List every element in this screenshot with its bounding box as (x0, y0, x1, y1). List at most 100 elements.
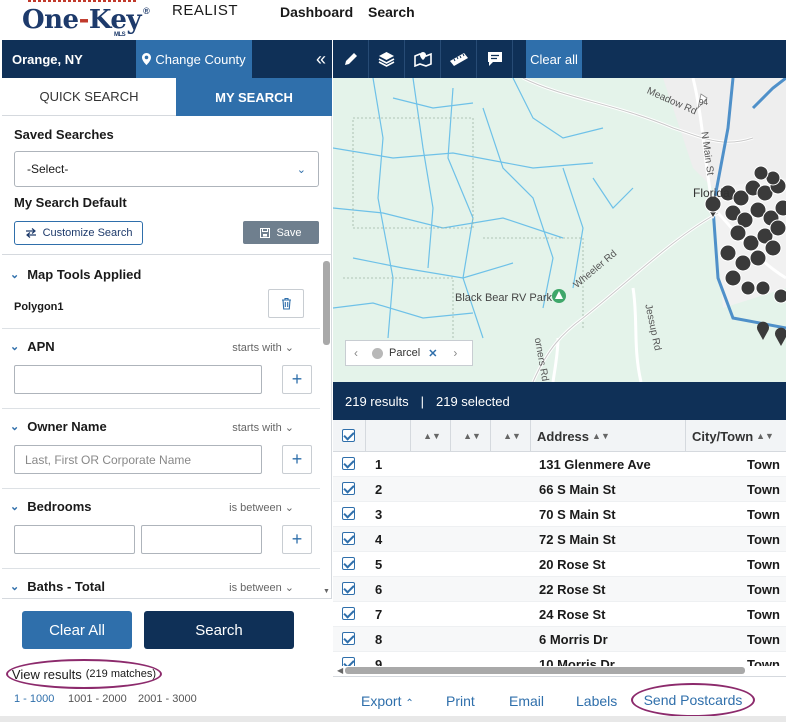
scrollbar-thumb[interactable] (323, 261, 330, 345)
email-button[interactable]: Email (509, 693, 544, 709)
parcel-dot-icon (372, 347, 383, 359)
page-range-2[interactable]: 1001 - 2000 (68, 693, 127, 705)
section-map-tools: ⌄ Map Tools Applied Polygon1 (2, 255, 320, 329)
search-button[interactable]: Search (144, 611, 294, 649)
saved-searches-select[interactable]: -Select- ⌄ (14, 151, 319, 187)
chevron-down-icon: ⌄ (296, 163, 306, 176)
table-row[interactable]: 9 10 Morris Dr Town (333, 652, 786, 666)
apn-title: APN (27, 339, 55, 354)
table-row[interactable]: 1 131 Glenmere Ave Town (333, 452, 786, 477)
collapse-panel-icon[interactable]: « (316, 49, 326, 70)
clear-all-map-button[interactable]: Clear all (526, 40, 582, 78)
row-checkbox[interactable] (342, 657, 355, 666)
draw-tool-button[interactable] (333, 40, 369, 78)
polygon-name: Polygon1 (14, 301, 64, 313)
logo-one: One (22, 5, 79, 35)
table-row[interactable]: 8 6 Morris Dr Town (333, 627, 786, 652)
bedrooms-operator[interactable]: is between ⌄ (229, 501, 294, 514)
onekey-logo[interactable]: One - Key ® MLS (22, 0, 150, 38)
table-row[interactable]: 7 24 Rose St Town (333, 602, 786, 627)
clear-all-button[interactable]: Clear All (22, 611, 132, 649)
row-checkbox[interactable] (342, 482, 355, 495)
scroll-left-icon[interactable]: ◀ (337, 666, 343, 675)
row-checkbox[interactable] (342, 632, 355, 645)
baths-header[interactable]: ⌄ Baths - Total (10, 579, 105, 594)
row-number: 2 (375, 482, 383, 497)
bedrooms-add-button[interactable]: + (282, 525, 312, 554)
table-row[interactable]: 6 22 Rose St Town (333, 577, 786, 602)
customize-search-button[interactable]: Customize Search (14, 221, 143, 245)
apn-input[interactable] (14, 365, 262, 394)
row-address: 131 Glenmere Ave (539, 457, 651, 472)
city-town-column-header[interactable]: City/Town ▲▼ (686, 420, 786, 452)
print-button[interactable]: Print (446, 693, 475, 709)
nav-dashboard[interactable]: Dashboard (280, 4, 353, 20)
close-icon[interactable]: ✕ (428, 347, 437, 360)
page-range-3[interactable]: 2001 - 3000 (138, 693, 197, 705)
table-row[interactable]: 2 66 S Main St Town (333, 477, 786, 502)
table-row[interactable]: 4 72 S Main St Town (333, 527, 786, 552)
address-column-header[interactable]: Address ▲▼ (531, 420, 686, 452)
row-checkbox[interactable] (342, 557, 355, 570)
apn-add-button[interactable]: + (282, 365, 312, 394)
match-count: (219 matches) (85, 668, 157, 680)
apn-header[interactable]: ⌄ APN (10, 339, 55, 354)
row-checkbox[interactable] (342, 532, 355, 545)
bedrooms-header[interactable]: ⌄ Bedrooms (10, 499, 92, 514)
owner-name-input[interactable]: Last, First OR Corporate Name (14, 445, 262, 474)
nav-search[interactable]: Search (368, 4, 415, 20)
tab-my-search[interactable]: MY SEARCH (176, 78, 332, 116)
apn-operator[interactable]: starts with ⌄ (232, 341, 294, 354)
row-checkbox[interactable] (342, 507, 355, 520)
map-pin-tool-button[interactable] (405, 40, 441, 78)
scrollbar-thumb[interactable] (345, 667, 745, 674)
map-canvas[interactable] (333, 78, 786, 382)
bedrooms-title: Bedrooms (27, 499, 92, 514)
chevron-left-icon[interactable]: ‹ (346, 346, 366, 360)
page-range-1[interactable]: 1 - 1000 (14, 693, 54, 705)
export-button[interactable]: Export ⌃ (361, 693, 414, 709)
row-town: Town (747, 482, 780, 497)
save-button[interactable]: Save (243, 221, 319, 244)
bedrooms-min-input[interactable] (14, 525, 135, 554)
bedrooms-max-input[interactable] (141, 525, 262, 554)
row-checkbox[interactable] (342, 582, 355, 595)
change-county-button[interactable]: Change County (136, 40, 252, 78)
table-row[interactable]: 3 70 S Main St Town (333, 502, 786, 527)
row-address: 24 Rose St (539, 607, 606, 622)
measure-button[interactable] (441, 40, 477, 78)
owner-title: Owner Name (27, 419, 107, 434)
owner-operator[interactable]: starts with ⌄ (232, 421, 294, 434)
map-view[interactable]: Meadow Rd N Main St Florida Black Bear R… (333, 78, 786, 382)
map-tools-header[interactable]: ⌄ Map Tools Applied (10, 267, 141, 282)
view-results-link[interactable]: View results (219 matches) (6, 659, 162, 689)
tab-quick-search[interactable]: QUICK SEARCH (2, 78, 176, 116)
saved-searches-value: -Select- (27, 162, 69, 176)
criteria-list[interactable]: ⌄ Map Tools Applied Polygon1 ⌄ APN starts … (2, 254, 332, 598)
sort-column-1[interactable]: ▲▼ (411, 420, 451, 452)
folded-map-icon (413, 52, 432, 67)
sort-column-2[interactable]: ▲▼ (451, 420, 491, 452)
annotate-button[interactable] (477, 40, 513, 78)
send-postcards-button[interactable]: Send Postcards (631, 683, 755, 717)
owner-header[interactable]: ⌄ Owner Name (10, 419, 107, 434)
select-all-checkbox[interactable] (342, 429, 355, 442)
scroll-down-icon[interactable]: ▼ (323, 588, 330, 595)
row-number: 8 (375, 632, 383, 647)
baths-operator[interactable]: is between ⌄ (229, 581, 294, 594)
sort-column-3[interactable]: ▲▼ (491, 420, 531, 452)
city-town-header-label: City/Town (692, 428, 754, 444)
table-row[interactable]: 5 20 Rose St Town (333, 552, 786, 577)
layers-button[interactable] (369, 40, 405, 78)
delete-polygon-button[interactable] (268, 289, 304, 318)
chevron-right-icon[interactable]: › (445, 346, 465, 360)
county-name: Orange, NY (12, 52, 83, 67)
row-checkbox[interactable] (342, 607, 355, 620)
results-table: ▲▼ ▲▼ ▲▼ Address ▲▼ City/Town ▲▼ 1 131 Gle… (333, 420, 786, 666)
owner-add-button[interactable]: + (282, 445, 312, 474)
table-horizontal-scrollbar[interactable]: ◀ (337, 666, 782, 675)
criteria-scrollbar[interactable]: ▼ (323, 261, 330, 595)
row-checkbox[interactable] (342, 457, 355, 470)
labels-button[interactable]: Labels (576, 693, 617, 709)
sort-icon: ▲▼ (592, 431, 610, 441)
